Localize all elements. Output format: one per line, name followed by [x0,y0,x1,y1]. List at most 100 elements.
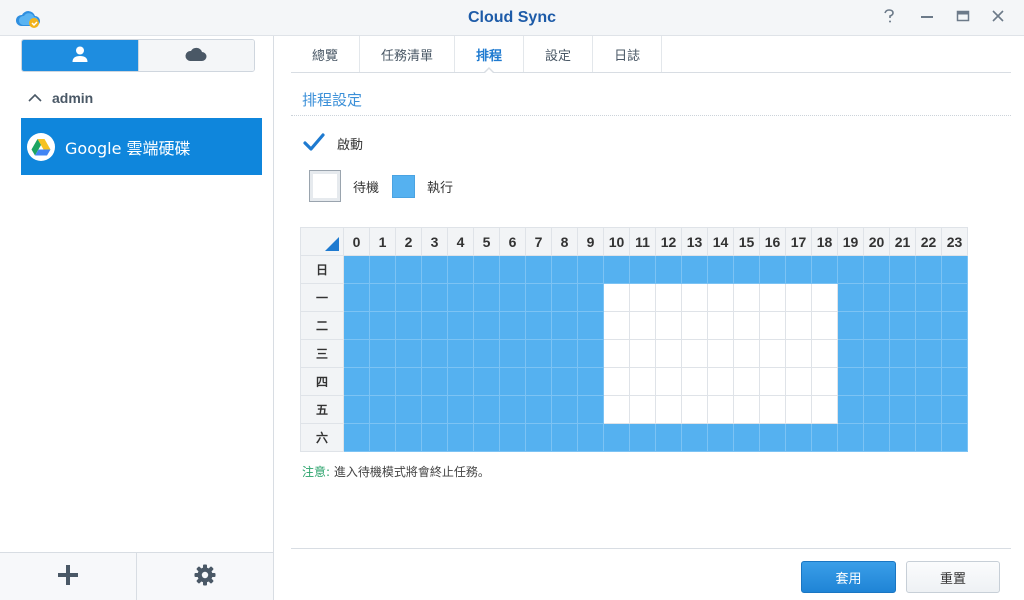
schedule-cell-run[interactable] [473,283,500,312]
run-swatch[interactable] [392,174,416,198]
hour-header[interactable]: 19 [837,227,864,256]
schedule-cell-standby[interactable] [811,311,838,340]
schedule-cell-run[interactable] [525,423,552,452]
schedule-cell-standby[interactable] [785,283,812,312]
schedule-cell-run[interactable] [343,339,370,368]
schedule-cell-run[interactable] [837,311,864,340]
schedule-cell-standby[interactable] [603,311,630,340]
schedule-cell-run[interactable] [915,367,942,396]
schedule-cell-run[interactable] [915,311,942,340]
schedule-cell-run[interactable] [577,255,604,284]
schedule-cell-run[interactable] [499,367,526,396]
schedule-cell-run[interactable] [889,283,916,312]
schedule-cell-standby[interactable] [681,283,708,312]
schedule-cell-run[interactable] [837,367,864,396]
schedule-cell-run[interactable] [447,311,474,340]
schedule-cell-run[interactable] [447,395,474,424]
schedule-cell-run[interactable] [915,423,942,452]
schedule-cell-run[interactable] [941,283,968,312]
hour-header[interactable]: 18 [811,227,838,256]
schedule-cell-run[interactable] [655,255,682,284]
schedule-cell-run[interactable] [863,311,890,340]
schedule-cell-run[interactable] [915,339,942,368]
schedule-cell-run[interactable] [941,255,968,284]
schedule-cell-run[interactable] [369,423,396,452]
day-header[interactable]: 一 [300,283,344,312]
schedule-cell-run[interactable] [577,311,604,340]
schedule-cell-standby[interactable] [733,339,760,368]
cloud-view-button[interactable] [137,40,254,71]
schedule-cell-run[interactable] [447,423,474,452]
schedule-cell-run[interactable] [785,423,812,452]
schedule-cell-run[interactable] [785,255,812,284]
schedule-cell-run[interactable] [759,255,786,284]
schedule-cell-run[interactable] [369,311,396,340]
schedule-cell-standby[interactable] [655,395,682,424]
day-header[interactable]: 三 [300,339,344,368]
apply-button[interactable]: 套用 [801,561,896,593]
hour-header[interactable]: 20 [863,227,890,256]
schedule-cell-run[interactable] [421,395,448,424]
schedule-cell-run[interactable] [733,255,760,284]
schedule-cell-run[interactable] [421,283,448,312]
schedule-cell-run[interactable] [525,367,552,396]
schedule-cell-run[interactable] [421,339,448,368]
schedule-cell-standby[interactable] [759,367,786,396]
reset-button[interactable]: 重置 [906,561,1000,593]
help-icon[interactable] [880,9,898,27]
day-header[interactable]: 二 [300,311,344,340]
schedule-cell-run[interactable] [577,283,604,312]
schedule-cell-run[interactable] [889,339,916,368]
schedule-cell-standby[interactable] [629,311,656,340]
schedule-cell-run[interactable] [629,423,656,452]
schedule-cell-standby[interactable] [811,283,838,312]
schedule-cell-run[interactable] [577,395,604,424]
day-header[interactable]: 六 [300,423,344,452]
schedule-cell-standby[interactable] [681,367,708,396]
add-account-button[interactable] [0,553,136,600]
schedule-cell-standby[interactable] [681,339,708,368]
account-item-google-drive[interactable]: Google 雲端硬碟 [21,118,262,175]
schedule-cell-run[interactable] [343,367,370,396]
schedule-cell-run[interactable] [889,255,916,284]
schedule-cell-standby[interactable] [785,395,812,424]
day-header[interactable]: 日 [300,255,344,284]
schedule-cell-run[interactable] [525,395,552,424]
schedule-cell-run[interactable] [915,255,942,284]
schedule-cell-run[interactable] [473,367,500,396]
schedule-cell-run[interactable] [915,395,942,424]
schedule-cell-run[interactable] [525,255,552,284]
schedule-cell-run[interactable] [395,255,422,284]
schedule-cell-run[interactable] [473,395,500,424]
schedule-cell-run[interactable] [863,423,890,452]
schedule-cell-run[interactable] [941,395,968,424]
schedule-cell-run[interactable] [395,367,422,396]
schedule-cell-run[interactable] [941,339,968,368]
schedule-cell-run[interactable] [681,255,708,284]
day-header[interactable]: 四 [300,367,344,396]
schedule-cell-standby[interactable] [785,311,812,340]
schedule-cell-run[interactable] [863,255,890,284]
schedule-cell-run[interactable] [551,423,578,452]
schedule-cell-run[interactable] [447,255,474,284]
hour-header[interactable]: 2 [395,227,422,256]
hour-header[interactable]: 15 [733,227,760,256]
schedule-cell-standby[interactable] [785,339,812,368]
hour-header[interactable]: 12 [655,227,682,256]
schedule-cell-run[interactable] [941,311,968,340]
schedule-cell-run[interactable] [577,367,604,396]
schedule-cell-run[interactable] [525,311,552,340]
tab-settings[interactable]: 設定 [524,36,594,72]
schedule-cell-run[interactable] [837,423,864,452]
schedule-cell-run[interactable] [551,283,578,312]
schedule-cell-standby[interactable] [603,283,630,312]
schedule-cell-run[interactable] [421,423,448,452]
hour-header[interactable]: 7 [525,227,552,256]
schedule-cell-run[interactable] [707,423,734,452]
schedule-cell-run[interactable] [551,255,578,284]
schedule-cell-run[interactable] [603,423,630,452]
schedule-cell-standby[interactable] [759,283,786,312]
schedule-cell-run[interactable] [525,283,552,312]
hour-header[interactable]: 1 [369,227,396,256]
schedule-cell-run[interactable] [915,283,942,312]
